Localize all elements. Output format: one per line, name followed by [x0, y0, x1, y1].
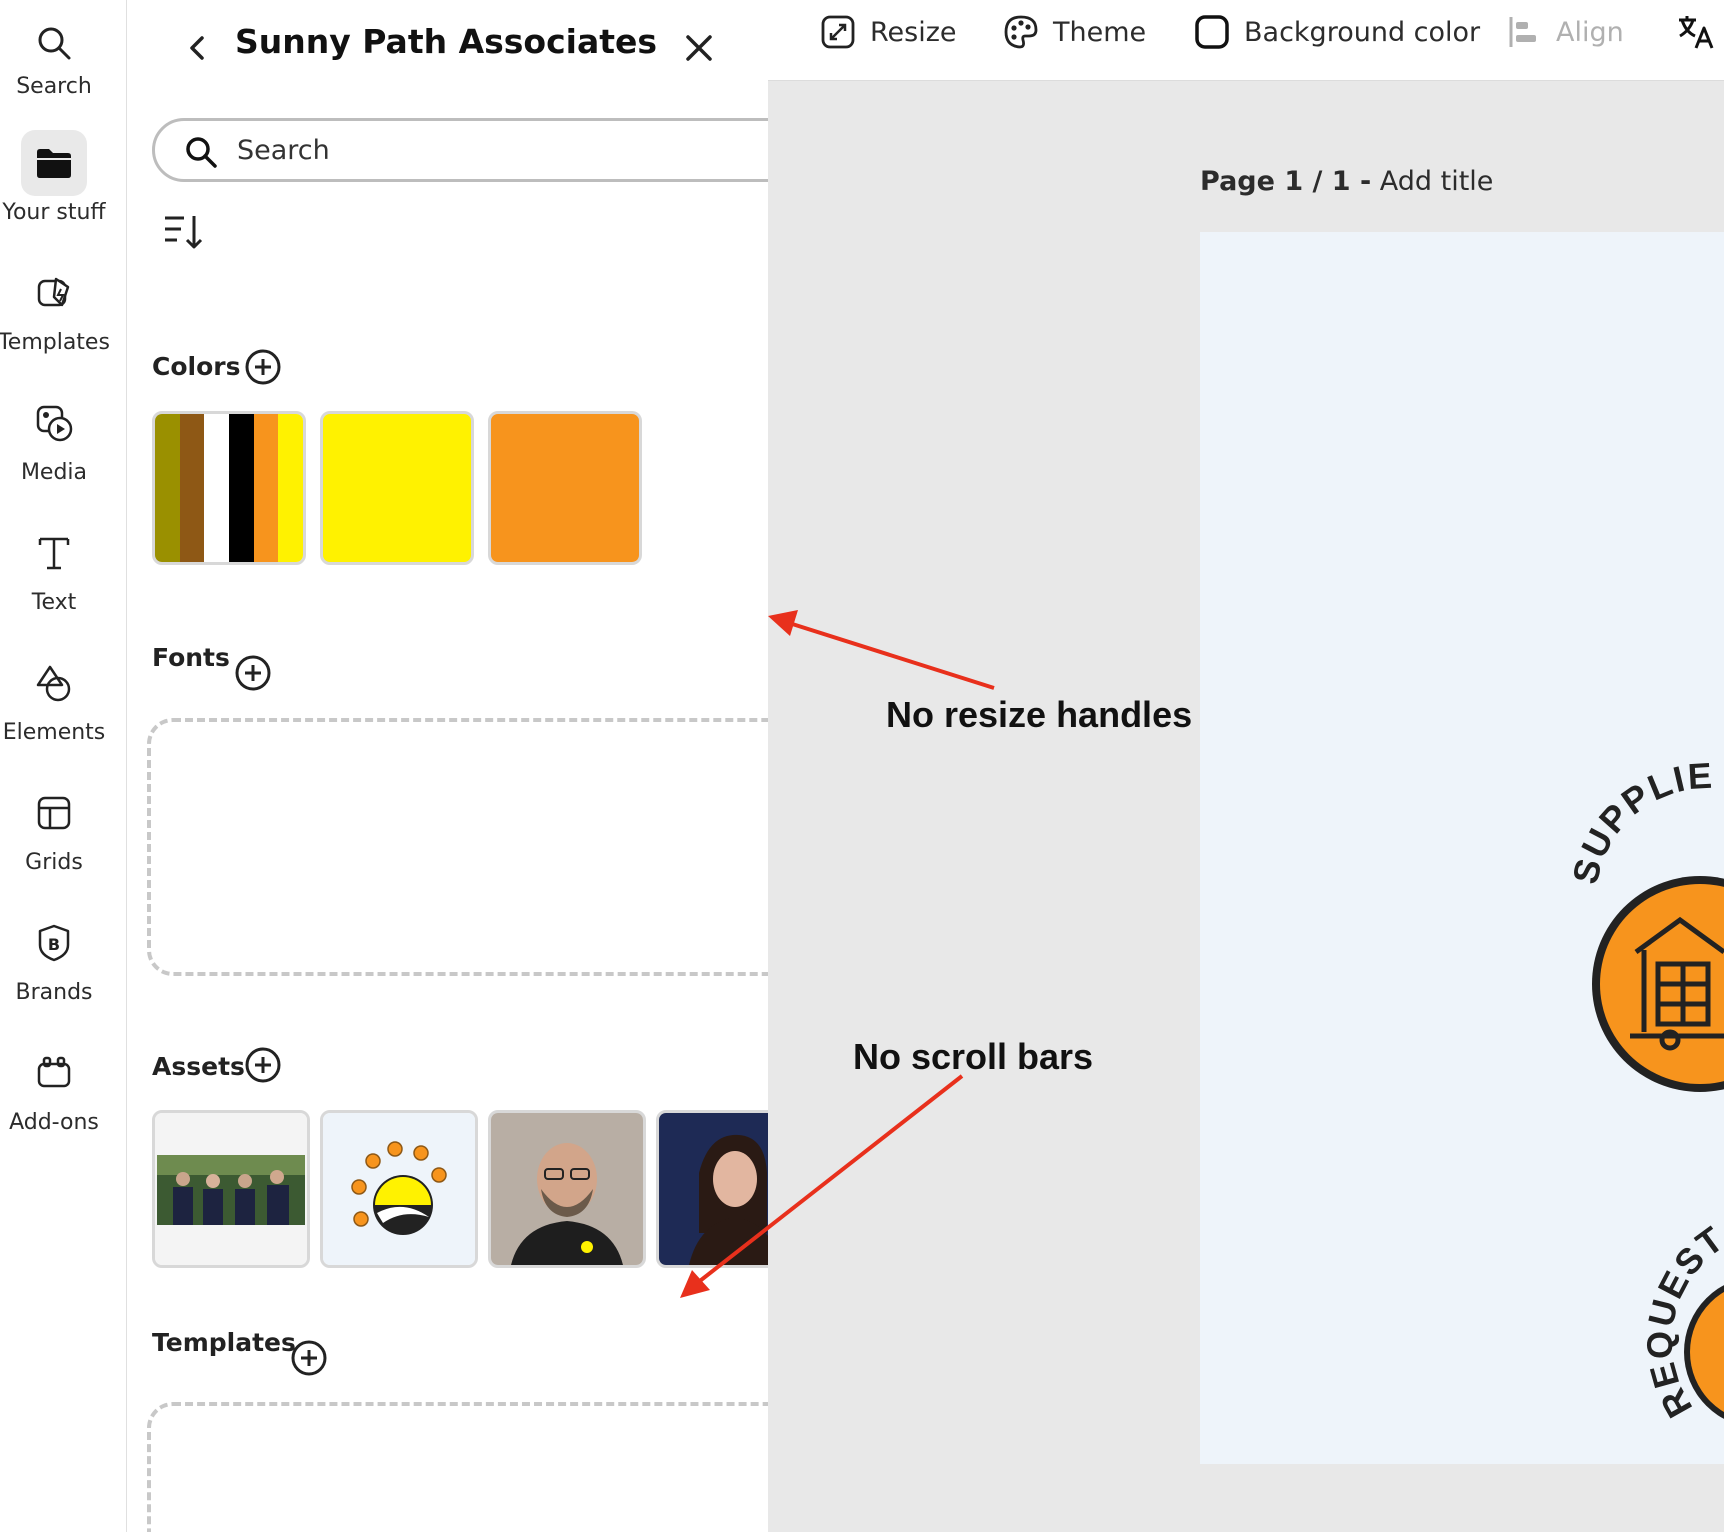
addons-icon	[21, 1040, 87, 1106]
rail-label: Add-ons	[9, 1110, 99, 1135]
panel-title: Sunny Path Associates	[235, 22, 658, 61]
page-title[interactable]: Add title	[1380, 166, 1494, 197]
artboard-graphics: SUPPLIE REQUEST	[1564, 754, 1724, 1425]
palette-stripe	[155, 414, 180, 562]
palette-stripe	[204, 414, 230, 562]
rail-item-text[interactable]: Text	[0, 516, 108, 636]
rail-label: Text	[31, 590, 77, 615]
theme-button[interactable]: Theme	[1003, 0, 1146, 64]
background-color-button[interactable]: Background color	[1194, 0, 1480, 64]
sort-button[interactable]	[162, 210, 206, 254]
text-icon	[21, 520, 87, 586]
rail-label: Templates	[0, 330, 110, 355]
search-icon	[21, 10, 87, 76]
page-label[interactable]: Page 1 / 1 - Add title	[1200, 166, 1493, 197]
templates-icon	[21, 260, 87, 326]
translate-icon	[1679, 16, 1714, 49]
color-palette-swatch[interactable]	[152, 411, 306, 565]
sunny-path-logo-image	[323, 1113, 475, 1265]
elements-icon	[21, 650, 87, 716]
rail-item-templates[interactable]: Templates	[0, 256, 110, 376]
background-color-label: Background color	[1244, 16, 1481, 48]
search-box	[152, 118, 768, 182]
rail-label: Grids	[25, 850, 83, 875]
rail-item-media[interactable]: Media	[0, 386, 108, 506]
templates-section-title: Templates	[152, 1328, 296, 1357]
artboard[interactable]: SUPPLIE REQUEST	[1200, 232, 1724, 1464]
page-number: Page 1 / 1 -	[1200, 166, 1372, 197]
theme-label: Theme	[1053, 16, 1147, 48]
color-swatch-orange[interactable]	[488, 411, 642, 565]
palette-stripe	[253, 414, 279, 562]
templates-dropzone[interactable]	[147, 1402, 768, 1532]
rail-label: Elements	[2, 720, 106, 745]
add-template-button[interactable]	[290, 1339, 328, 1377]
search-icon	[186, 137, 217, 168]
man-portrait-image	[491, 1113, 643, 1265]
palette-stripe	[179, 414, 205, 562]
curved-text-supplier: SUPPLIE	[1564, 754, 1715, 887]
svg-text:B: B	[48, 935, 60, 954]
resize-label: Resize	[870, 16, 957, 48]
align-left-icon	[1509, 17, 1536, 47]
close-button[interactable]	[677, 26, 721, 70]
add-color-button[interactable]	[244, 348, 282, 386]
asset-man-portrait[interactable]	[488, 1110, 646, 1268]
rail-item-brands[interactable]: B Brands	[0, 906, 108, 1026]
woman-portrait-image	[659, 1113, 768, 1265]
search-input[interactable]	[235, 129, 739, 171]
grids-icon	[21, 780, 87, 846]
resize-icon	[821, 15, 855, 49]
close-icon	[686, 35, 712, 61]
align-button[interactable]: Align	[1506, 0, 1624, 64]
rail-label: Search	[16, 74, 92, 99]
fonts-dropzone[interactable]	[147, 718, 768, 976]
annotation-no-scroll-bars: No scroll bars	[853, 1036, 1094, 1077]
background-color-icon	[1195, 15, 1229, 49]
rail-item-elements[interactable]: Elements	[0, 646, 108, 766]
asset-logo[interactable]	[320, 1110, 478, 1268]
rail-label: Media	[20, 460, 88, 485]
rail-item-your-stuff[interactable]: Your stuff	[0, 126, 108, 246]
rail-label: Your stuff	[2, 200, 106, 225]
palette-stripe	[278, 414, 303, 562]
annotation-no-resize-handles: No resize handles	[886, 694, 1193, 735]
chevron-left-icon	[190, 36, 204, 60]
back-button[interactable]	[177, 28, 217, 68]
brand-panel: Sunny Path Associates Colors Fonts Asset…	[127, 0, 768, 1532]
color-swatch-yellow[interactable]	[320, 411, 474, 565]
palette-icon	[1004, 15, 1038, 49]
brands-icon: B	[21, 910, 87, 976]
fonts-section-title: Fonts	[152, 643, 230, 672]
rail-label: Brands	[15, 980, 93, 1005]
add-font-button[interactable]	[234, 654, 272, 692]
translate-button[interactable]	[1676, 0, 1724, 64]
align-label: Align	[1556, 16, 1624, 48]
sort-icon	[165, 216, 203, 249]
media-icon	[21, 390, 87, 456]
rail-item-grids[interactable]: Grids	[0, 776, 108, 896]
palette-stripe	[229, 414, 254, 562]
asset-woman-portrait[interactable]	[656, 1110, 768, 1268]
resize-button[interactable]: Resize	[820, 0, 957, 64]
rail-item-addons[interactable]: Add-ons	[0, 1036, 108, 1156]
rail-item-search[interactable]: Search	[0, 6, 108, 126]
folder-icon	[21, 130, 87, 196]
add-asset-button[interactable]	[244, 1046, 282, 1084]
colors-section-title: Colors	[152, 352, 241, 381]
asset-team-photo[interactable]	[152, 1110, 310, 1268]
assets-section-title: Assets	[152, 1052, 245, 1081]
top-toolbar: Resize Theme Background color Align	[768, 0, 1724, 81]
left-rail: Search Your stuff Templates Media Text E…	[0, 0, 127, 1532]
curved-text-supplier-path: SUPPLIE	[1564, 754, 1713, 887]
team-photo-image	[155, 1113, 307, 1265]
